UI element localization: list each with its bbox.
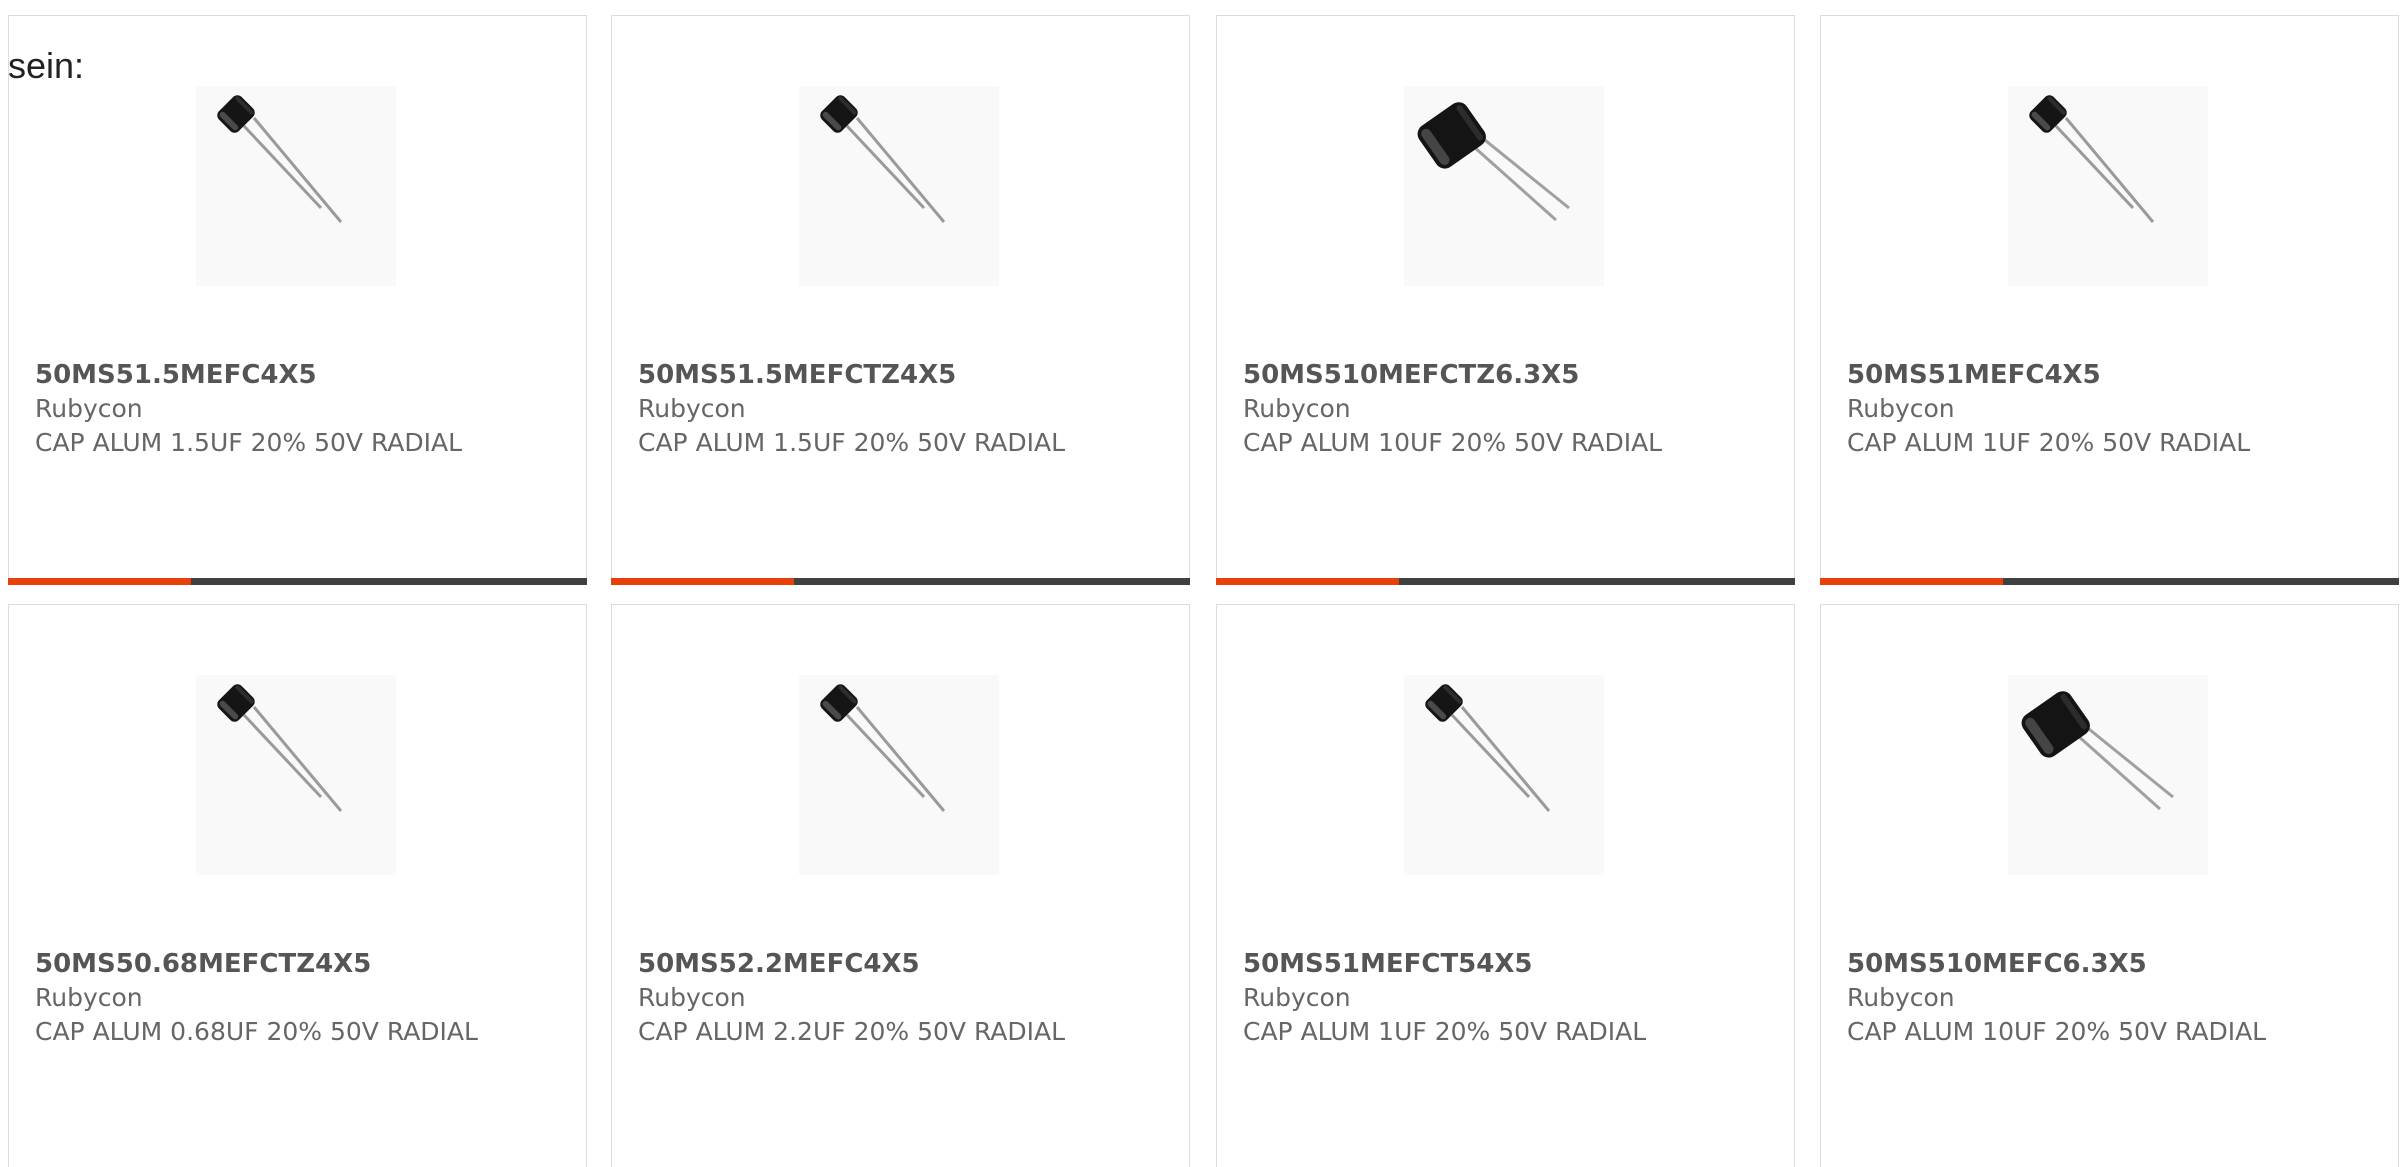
radial-capacitor-icon[interactable] <box>196 86 396 286</box>
intro-text: sein: <box>8 45 85 86</box>
product-card[interactable]: 50MS51MEFC4X5 Rubycon CAP ALUM 1UF 20% 5… <box>1820 15 2399 585</box>
part-number-link[interactable]: 50MS51.5MEFC4X5 <box>35 360 317 390</box>
product-description: CAP ALUM 1.5UF 20% 50V RADIAL <box>35 428 463 457</box>
product-description: CAP ALUM 1UF 20% 50V RADIAL <box>1847 428 2251 457</box>
product-description: CAP ALUM 2.2UF 20% 50V RADIAL <box>638 1017 1066 1046</box>
radial-capacitor-icon[interactable] <box>1404 675 1604 875</box>
product-description: CAP ALUM 0.68UF 20% 50V RADIAL <box>35 1017 478 1046</box>
product-info: 50MS51.5MEFCTZ4X5 Rubycon CAP ALUM 1.5UF… <box>638 358 1167 460</box>
manufacturer-label: Rubycon <box>1243 394 1351 423</box>
product-card[interactable]: 50MS51MEFCT54X5 Rubycon CAP ALUM 1UF 20%… <box>1216 604 1795 1167</box>
radial-capacitor-icon[interactable] <box>799 675 999 875</box>
manufacturer-label: Rubycon <box>638 394 746 423</box>
product-description: CAP ALUM 1UF 20% 50V RADIAL <box>1243 1017 1647 1046</box>
card-accent-bar <box>8 578 587 585</box>
manufacturer-label: Rubycon <box>35 394 143 423</box>
product-info: 50MS510MEFCTZ6.3X5 Rubycon CAP ALUM 10UF… <box>1243 358 1772 460</box>
radial-capacitor-icon[interactable] <box>2008 86 2208 286</box>
part-number-link[interactable]: 50MS50.68MEFCTZ4X5 <box>35 949 371 979</box>
product-info: 50MS51.5MEFC4X5 Rubycon CAP ALUM 1.5UF 2… <box>35 358 564 460</box>
card-accent-bar <box>611 578 1190 585</box>
radial-capacitor-icon[interactable] <box>2008 675 2208 875</box>
part-number-link[interactable]: 50MS51MEFCT54X5 <box>1243 949 1533 979</box>
product-info: 50MS51MEFC4X5 Rubycon CAP ALUM 1UF 20% 5… <box>1847 358 2376 460</box>
product-card[interactable]: 50MS51.5MEFCTZ4X5 Rubycon CAP ALUM 1.5UF… <box>611 15 1190 585</box>
product-card[interactable]: 50MS510MEFC6.3X5 Rubycon CAP ALUM 10UF 2… <box>1820 604 2399 1167</box>
manufacturer-label: Rubycon <box>638 983 746 1012</box>
part-number-link[interactable]: 50MS510MEFC6.3X5 <box>1847 949 2147 979</box>
product-description: CAP ALUM 1.5UF 20% 50V RADIAL <box>638 428 1066 457</box>
product-card[interactable]: 50MS50.68MEFCTZ4X5 Rubycon CAP ALUM 0.68… <box>8 604 587 1167</box>
manufacturer-label: Rubycon <box>1243 983 1351 1012</box>
product-description: CAP ALUM 10UF 20% 50V RADIAL <box>1847 1017 2267 1046</box>
radial-capacitor-icon[interactable] <box>799 86 999 286</box>
product-card[interactable]: 50MS51.5MEFC4X5 Rubycon CAP ALUM 1.5UF 2… <box>8 15 587 585</box>
radial-capacitor-icon[interactable] <box>1404 86 1604 286</box>
product-description: CAP ALUM 10UF 20% 50V RADIAL <box>1243 428 1663 457</box>
product-grid-page: sein: 50MS51.5MEFC4X5 Rubycon CAP ALUM 1… <box>0 0 2400 1167</box>
part-number-link[interactable]: 50MS51MEFC4X5 <box>1847 360 2101 390</box>
manufacturer-label: Rubycon <box>1847 394 1955 423</box>
part-number-link[interactable]: 50MS510MEFCTZ6.3X5 <box>1243 360 1579 390</box>
product-info: 50MS50.68MEFCTZ4X5 Rubycon CAP ALUM 0.68… <box>35 947 564 1049</box>
product-card[interactable]: 50MS510MEFCTZ6.3X5 Rubycon CAP ALUM 10UF… <box>1216 15 1795 585</box>
card-accent-bar <box>1820 578 2399 585</box>
product-info: 50MS52.2MEFC4X5 Rubycon CAP ALUM 2.2UF 2… <box>638 947 1167 1049</box>
product-card[interactable]: 50MS52.2MEFC4X5 Rubycon CAP ALUM 2.2UF 2… <box>611 604 1190 1167</box>
radial-capacitor-icon[interactable] <box>196 675 396 875</box>
manufacturer-label: Rubycon <box>35 983 143 1012</box>
product-info: 50MS510MEFC6.3X5 Rubycon CAP ALUM 10UF 2… <box>1847 947 2376 1049</box>
card-accent-bar <box>1216 578 1795 585</box>
manufacturer-label: Rubycon <box>1847 983 1955 1012</box>
part-number-link[interactable]: 50MS52.2MEFC4X5 <box>638 949 920 979</box>
part-number-link[interactable]: 50MS51.5MEFCTZ4X5 <box>638 360 956 390</box>
product-info: 50MS51MEFCT54X5 Rubycon CAP ALUM 1UF 20%… <box>1243 947 1772 1049</box>
